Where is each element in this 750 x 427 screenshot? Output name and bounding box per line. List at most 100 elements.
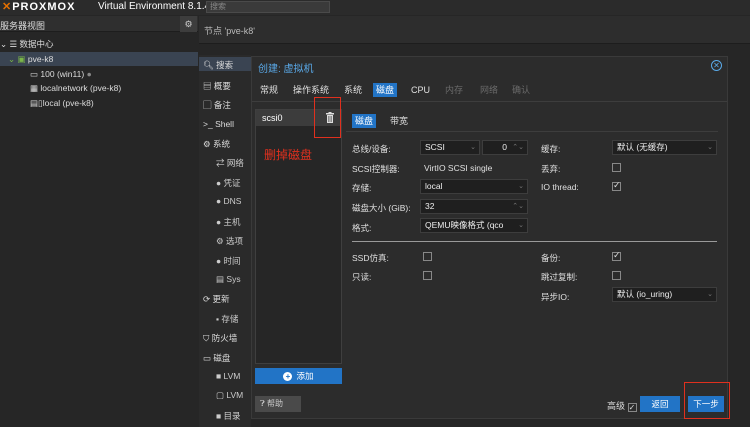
menu-item-lvm[interactable]: ■ LVM (216, 371, 240, 381)
bus-select[interactable]: SCSI ⌄ (420, 140, 480, 155)
summary-icon: ▤ (203, 81, 214, 91)
status-dot-icon: ● (84, 69, 92, 79)
menu-item-search[interactable]: 🔍︎ 搜索 (203, 59, 233, 71)
menu-item-lvm-thin[interactable]: ▢ LVM (216, 390, 243, 401)
tree-item-node[interactable]: ⌄ ▣ pve-k8 (8, 53, 53, 66)
annotation-text: 删掉磁盘 (264, 148, 313, 162)
menu-item-certs[interactable]: ● 凭证 (216, 177, 241, 189)
menu-item-syslog[interactable]: ▤ Sys (216, 274, 241, 285)
discard-label: 丢弃: (541, 164, 561, 174)
menu-item-repos[interactable]: ▪ 存储 (216, 313, 238, 325)
format-select[interactable]: QEMU映像格式 (qco ⌄ (420, 218, 528, 233)
discard-checkbox[interactable] (612, 163, 621, 172)
menu-item-disks[interactable]: ▭ 磁盘 (203, 352, 230, 364)
cache-select[interactable]: 默认 (无缓存) ⌄ (612, 140, 717, 155)
storage-select[interactable]: local ⌄ (420, 179, 528, 194)
tab-memory: 内存 (445, 85, 464, 95)
plus-icon: + (283, 372, 293, 381)
scsi-controller-label: SCSI控制器: (352, 164, 400, 174)
advanced-checkbox[interactable]: ✓ (627, 403, 637, 412)
bus-label: 总线/设备: (352, 144, 391, 154)
help-icon: ❓︎ (260, 399, 268, 408)
subtab-divider (346, 131, 718, 132)
subtab-disk[interactable]: 磁盘 (352, 114, 377, 128)
datacenter-icon: ⌄ ☰ (0, 39, 20, 49)
disk-size-input[interactable]: 32 ⌃⌄ (420, 199, 528, 214)
cert-icon: ● (216, 178, 224, 188)
proxmox-logo: ✕PROXMOX (2, 1, 76, 13)
tab-general[interactable]: 常规 (257, 83, 281, 97)
storage-label: 存储: (352, 183, 372, 193)
tree-item-network[interactable]: ▦ localnetwork (pve-k8) (30, 82, 121, 95)
tab-disks[interactable]: 磁盘 (373, 83, 398, 97)
disk-size-label: 磁盘大小 (GiB): (352, 203, 411, 213)
menu-item-directory[interactable]: ■ 目录 (216, 410, 241, 422)
menu-item-time[interactable]: ● 时间 (216, 255, 241, 267)
readonly-checkbox[interactable] (423, 271, 432, 280)
dns-globe-icon: ● (216, 196, 224, 206)
menu-item-firewall[interactable]: ⛉ 防火墙 (203, 332, 237, 344)
bus-index-stepper[interactable]: 0 ⌃⌄ (482, 140, 528, 155)
search-input[interactable]: 搜索 (206, 1, 330, 13)
chevron-down-icon: ⌄ (707, 144, 713, 151)
ssd-label: SSD仿真: (352, 253, 389, 263)
disk-label: scsi0 (262, 113, 283, 123)
server-view-select[interactable]: 服务器视图 (0, 19, 45, 32)
menu-item-dns[interactable]: ● DNS (216, 196, 241, 206)
cache-label: 缓存: (541, 144, 561, 154)
tab-system[interactable]: 系统 (341, 83, 365, 97)
scsi-controller-value: VirtIO SCSI single (424, 163, 493, 173)
backup-checkbox[interactable] (612, 250, 621, 261)
shield-icon: ⛉ (203, 333, 212, 343)
menu-item-hosts[interactable]: ● 主机 (216, 216, 241, 228)
tree-item-datacenter[interactable]: ⌄ ☰ 数据中心 (0, 38, 53, 51)
menu-item-summary[interactable]: ▤ 概要 (203, 80, 231, 92)
terminal-icon: >_ (203, 119, 216, 129)
skip-replication-checkbox[interactable] (612, 271, 621, 280)
help-button[interactable]: ❓︎ 帮助 (255, 396, 301, 412)
backup-label: 备份: (541, 253, 561, 263)
iothread-checkbox[interactable] (612, 180, 621, 191)
tree-item-vm[interactable]: ▭ 100 (win11) ● (30, 68, 92, 81)
tab-cpu[interactable]: CPU (408, 83, 433, 97)
annotation-box-next (684, 382, 730, 419)
tab-network: 网络 (480, 85, 499, 95)
storage-icon: ▤▯ (30, 98, 43, 108)
clock-icon: ● (216, 256, 224, 266)
syslog-icon: ▤ (216, 274, 227, 284)
menu-item-updates[interactable]: ⟳ 更新 (203, 293, 230, 305)
menu-item-notes[interactable]: ▢ 备注 (203, 99, 231, 111)
back-button[interactable]: 返回 (640, 396, 680, 412)
tree-item-storage[interactable]: ▤▯local (pve-k8) (30, 97, 94, 110)
add-disk-button[interactable]: + 添加 (255, 368, 342, 384)
chevron-down-icon: ⌄ (470, 144, 476, 151)
lvm-icon: ■ (216, 371, 224, 381)
menu-item-options[interactable]: ⚙ 选项 (216, 235, 243, 247)
hosts-icon: ● (216, 217, 224, 227)
node-icon: ⌄ ▣ (8, 54, 28, 64)
advanced-toggle[interactable]: 高级 ✓ (607, 399, 637, 412)
close-icon[interactable]: ✕ (711, 60, 722, 71)
ssd-checkbox[interactable] (423, 252, 432, 261)
notes-icon: ▢ (203, 100, 214, 110)
annotation-box-trash (314, 97, 341, 138)
async-io-label: 异步IO: (541, 292, 570, 302)
menu-item-network[interactable]: ⇄ 网络 (216, 157, 244, 169)
search-icon: 🔍︎ (203, 60, 217, 70)
skip-replication-label: 跳过复制: (541, 272, 578, 282)
tab-os[interactable]: 操作系统 (290, 83, 332, 97)
chevron-down-icon: ⌄ (707, 291, 713, 298)
gear-icon[interactable]: ⚙ (180, 16, 197, 32)
version-label: Virtual Environment 8.1.4 (98, 1, 211, 12)
menu-item-shell[interactable]: >_ Shell (203, 119, 234, 129)
system-gear-icon: ⚙ (203, 139, 213, 149)
subtab-bandwidth[interactable]: 带宽 (387, 114, 411, 128)
chevron-down-icon: ⌄ (518, 222, 524, 229)
node-title: 节点 'pve-k8' (204, 26, 255, 36)
chevron-down-icon: ⌄ (518, 183, 524, 190)
menu-item-system[interactable]: ⚙ 系统 (203, 138, 230, 150)
node-header (199, 16, 750, 44)
async-io-select[interactable]: 默认 (io_uring) ⌄ (612, 287, 717, 302)
network-arrows-icon: ⇄ (216, 158, 227, 168)
folder-icon: ■ (216, 411, 224, 421)
